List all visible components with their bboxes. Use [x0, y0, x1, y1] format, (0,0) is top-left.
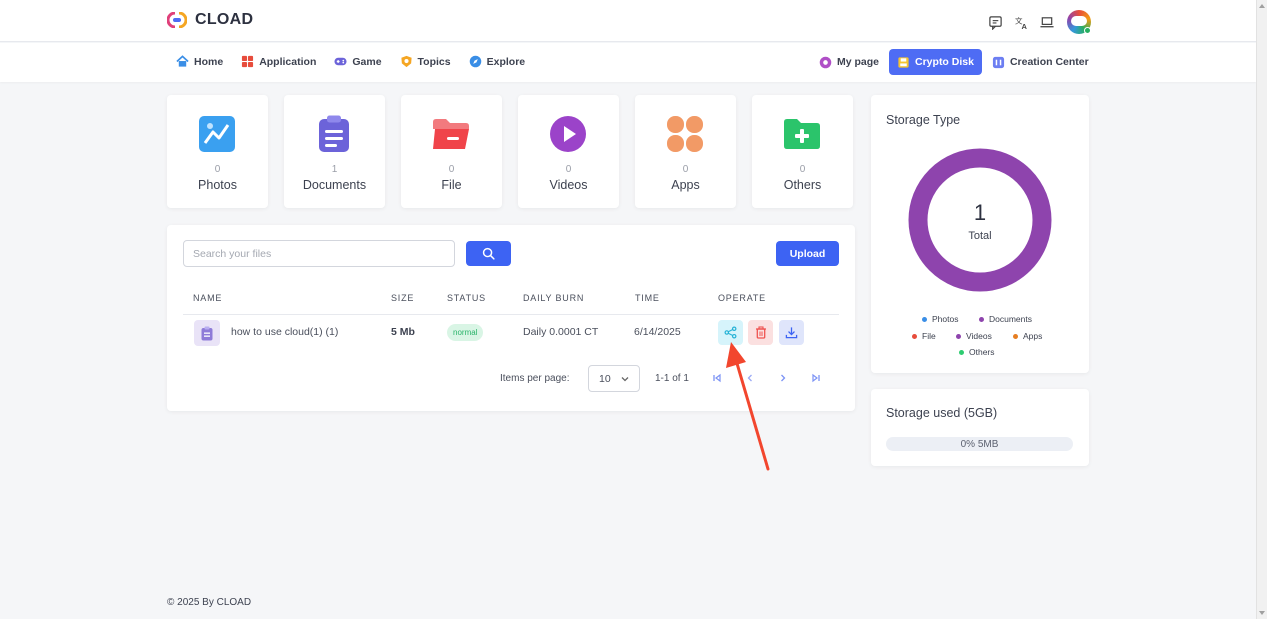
download-button[interactable]: [779, 320, 804, 345]
items-per-page-select[interactable]: 10: [588, 365, 640, 392]
legend-item-photos[interactable]: Photos: [922, 314, 958, 324]
items-per-page-label: Items per page:: [500, 373, 570, 384]
category-file[interactable]: 0 File: [401, 95, 502, 208]
apps-icon: [667, 116, 703, 152]
message-icon[interactable]: [987, 14, 1003, 30]
translate-icon[interactable]: 文A: [1013, 14, 1029, 30]
user-avatar[interactable]: [1067, 10, 1091, 34]
compass-icon: [469, 55, 481, 68]
legend-item-file[interactable]: File: [912, 331, 936, 341]
category-videos[interactable]: 0 Videos: [518, 95, 619, 208]
status-badge: normal: [447, 324, 484, 341]
storage-used-title: Storage used (5GB): [886, 406, 998, 420]
pagination-range: 1-1 of 1: [655, 373, 689, 384]
column-header-status[interactable]: STATUS: [447, 293, 486, 303]
column-header-operate: OPERATE: [718, 293, 766, 303]
search-button[interactable]: [466, 241, 511, 266]
download-icon: [785, 327, 798, 339]
storage-total-label: Total: [968, 230, 992, 242]
storage-total-value: 1: [973, 200, 987, 225]
disk-icon: [898, 56, 909, 68]
storage-used-panel: [871, 389, 1089, 466]
category-documents[interactable]: 1 Documents: [284, 95, 385, 208]
chevron-down-icon: [621, 377, 629, 382]
storage-progress-text: 0% 5MB: [960, 438, 999, 450]
category-others[interactable]: 0 Others: [752, 95, 853, 208]
annotation-arrow: [726, 342, 770, 471]
last-page-icon: [812, 373, 820, 383]
app-logo[interactable]: CLOAD: [167, 11, 253, 29]
document-file-icon: [194, 320, 220, 346]
photos-icon: [199, 116, 235, 152]
daily-burn: Daily 0.0001 CT: [523, 326, 599, 338]
folder-add-icon: [784, 119, 820, 149]
nav-creation-center[interactable]: Creation Center: [992, 49, 1089, 75]
svg-text:A: A: [1021, 22, 1027, 30]
nav-explore[interactable]: Explore: [469, 55, 525, 68]
category-apps[interactable]: 0 Apps: [635, 95, 736, 208]
laptop-icon[interactable]: [1039, 14, 1055, 30]
legend-item-videos[interactable]: Videos: [956, 331, 992, 341]
online-status-dot: [1084, 27, 1091, 34]
column-header-daily-burn[interactable]: DAILY BURN: [523, 293, 584, 303]
nav-topics[interactable]: Topics: [400, 55, 451, 68]
storage-progress-bar: 0% 5MB: [886, 437, 1073, 451]
upload-button[interactable]: Upload: [776, 241, 839, 266]
top-toolbar: 文A: [987, 10, 1091, 34]
page-scrollbar[interactable]: [1256, 0, 1267, 619]
creation-icon: [992, 56, 1005, 68]
nav-crypto-disk[interactable]: Crypto Disk: [889, 49, 982, 75]
cload-logo-icon: [167, 12, 187, 28]
table-divider: [183, 314, 839, 315]
category-photos[interactable]: 0 Photos: [167, 95, 268, 208]
last-page-button[interactable]: [808, 370, 824, 386]
nav-game[interactable]: Game: [334, 55, 382, 68]
grid-icon: [242, 55, 254, 68]
column-header-time[interactable]: TIME: [635, 293, 660, 303]
main-nav: Home Application Game Topics Explore My …: [0, 43, 1256, 82]
folder-open-icon: [433, 119, 469, 149]
flower-icon: [819, 56, 832, 68]
file-size: 5 Mb: [391, 326, 415, 338]
legend-item-others[interactable]: Others: [959, 347, 995, 357]
gamepad-icon: [334, 57, 347, 66]
scroll-up-arrow[interactable]: [1259, 4, 1265, 8]
nav-my-page[interactable]: My page: [819, 49, 879, 75]
footer-copyright: © 2025 By CLOAD: [167, 597, 252, 608]
file-time: 6/14/2025: [634, 326, 681, 338]
app-name: CLOAD: [195, 11, 254, 28]
documents-icon: [319, 115, 349, 152]
column-header-size[interactable]: SIZE: [391, 293, 414, 303]
search-input[interactable]: [183, 240, 455, 267]
nav-home[interactable]: Home: [176, 55, 223, 68]
column-header-name[interactable]: NAME: [193, 293, 222, 303]
home-icon: [176, 55, 189, 67]
top-bar: CLOAD 文A: [0, 0, 1256, 42]
nav-application[interactable]: Application: [241, 55, 316, 68]
badge-icon: [400, 55, 412, 68]
search-icon: [482, 247, 495, 260]
file-name[interactable]: how to use cloud(1) (1): [231, 326, 338, 338]
storage-type-title: Storage Type: [886, 113, 961, 127]
legend-item-apps[interactable]: Apps: [1013, 331, 1042, 341]
play-icon: [550, 116, 586, 152]
scroll-down-arrow[interactable]: [1259, 611, 1265, 615]
legend-item-documents[interactable]: Documents: [979, 314, 1032, 324]
